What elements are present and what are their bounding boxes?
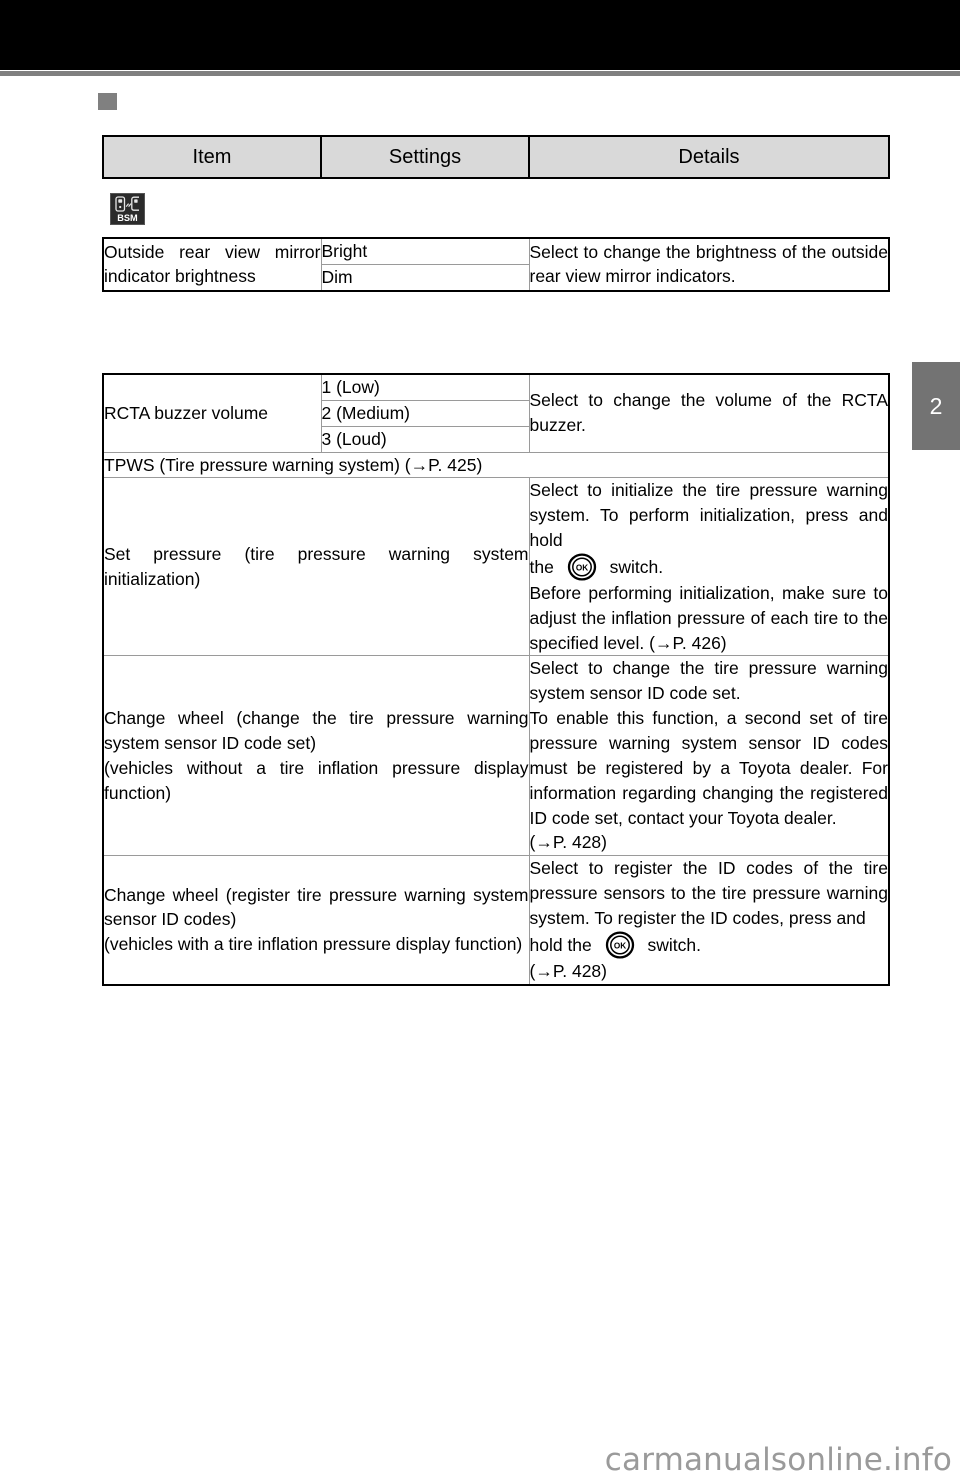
details-register-switch-line: hold the OK switch.	[530, 931, 889, 959]
cell-details-rcta-buzzer: Select to change the volume of the RCTA …	[528, 373, 890, 453]
cell-setting-rcta-3-loud: 3 (Loud)	[320, 425, 530, 453]
table-bsm-settings: Outside rear view mirror indicator brigh…	[102, 237, 890, 292]
table-row: Set pressure (tire pressure warning syst…	[102, 477, 890, 657]
table-header-row: Item Settings Details	[102, 135, 890, 179]
site-watermark: carmanualsonline.info	[604, 1442, 952, 1478]
header-cell-details: Details	[528, 135, 890, 179]
cell-details-set-pressure: Select to initialize the tire pressure w…	[528, 477, 890, 657]
cell-item-set-pressure: Set pressure (tire pressure warning syst…	[102, 477, 530, 657]
table-row: RCTA buzzer volume 1 (Low) Select to cha…	[102, 373, 890, 453]
table-row: Change wheel (change the tire pressure w…	[102, 655, 890, 857]
cell-item-change-wheel-id-set: Change wheel (change the tire pressure w…	[102, 655, 530, 857]
header-divider-rule	[0, 71, 960, 76]
cell-setting-dim: Dim	[320, 263, 530, 292]
cell-setting-bright: Bright	[320, 237, 530, 265]
details-inline-post-text: switch.	[647, 934, 702, 955]
chapter-tab-marker: 2	[912, 362, 960, 450]
svg-text:OK: OK	[614, 941, 626, 950]
table-column-headers: Item Settings Details	[102, 135, 890, 179]
bsm-icon: BSM	[110, 193, 145, 225]
section-bullet-marker	[98, 93, 117, 110]
cell-setting-rcta-2-medium: 2 (Medium)	[320, 399, 530, 427]
cell-details-change-wheel-register: Select to register the ID codes of the t…	[528, 855, 890, 986]
top-black-banner	[0, 0, 960, 70]
ok-switch-icon: OK	[565, 553, 599, 581]
details-set-pressure-switch-line: the OK switch.	[530, 553, 889, 581]
cell-item-mirror-brightness: Outside rear view mirror indicator brigh…	[102, 237, 322, 292]
cell-details-change-wheel-id-set: Select to change the tire pressure warni…	[528, 655, 890, 857]
details-set-pressure-paragraph-1: Select to initialize the tire pressure w…	[529, 480, 889, 551]
details-inline-post-text: switch.	[609, 556, 664, 577]
table-row: Outside rear view mirror indicator brigh…	[102, 237, 890, 292]
svg-text:BSM: BSM	[117, 213, 138, 223]
table-row: Change wheel (register tire pressure war…	[102, 855, 890, 986]
header-cell-item: Item	[102, 135, 322, 179]
cell-item-change-wheel-register: Change wheel (register tire pressure war…	[102, 855, 530, 986]
details-register-paragraph-1: Select to register the ID codes of the t…	[529, 858, 889, 928]
details-register-paragraph-2: (→P. 428)	[529, 960, 608, 981]
cell-section-tpws-title: TPWS (Tire pressure warning system) (→P.…	[102, 451, 890, 479]
cell-item-rcta-buzzer-volume: RCTA buzzer volume	[102, 373, 322, 453]
cell-details-mirror-brightness: Select to change the brightness of the o…	[528, 237, 890, 292]
details-inline-pre-text: hold the	[529, 934, 592, 955]
table-rcta-tpws-settings: RCTA buzzer volume 1 (Low) Select to cha…	[102, 373, 890, 986]
svg-text:OK: OK	[576, 564, 588, 573]
table-row-section-tpws: TPWS (Tire pressure warning system) (→P.…	[102, 451, 890, 479]
cell-setting-rcta-1-low: 1 (Low)	[320, 373, 530, 401]
ok-switch-icon: OK	[603, 931, 637, 959]
details-inline-pre-text: the	[529, 556, 554, 577]
header-cell-settings: Settings	[320, 135, 530, 179]
details-set-pressure-paragraph-2: Before performing initialization, make s…	[529, 582, 889, 653]
